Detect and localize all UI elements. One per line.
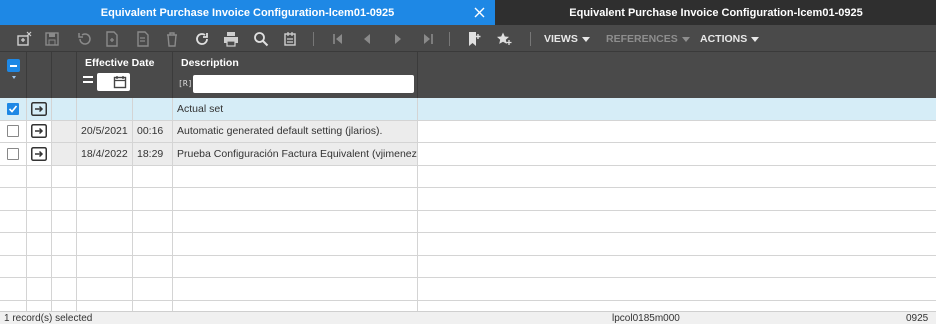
new-record-icon[interactable] xyxy=(102,29,122,49)
delete-icon[interactable] xyxy=(162,29,182,49)
column-header-effective-date[interactable]: Effective Date xyxy=(77,52,173,98)
empty-row xyxy=(0,188,936,211)
print-icon[interactable] xyxy=(221,29,241,49)
tab-active[interactable]: Equivalent Purchase Invoice Configuratio… xyxy=(0,0,495,25)
actions-menu-label: ACTIONS xyxy=(700,33,748,45)
open-record-icon[interactable] xyxy=(31,146,47,161)
blank-column-header xyxy=(52,52,77,98)
column-header-label: Effective Date xyxy=(85,57,155,69)
row-checkbox[interactable] xyxy=(7,147,19,160)
calendar-icon[interactable] xyxy=(113,75,127,89)
open-record-icon[interactable] xyxy=(31,124,47,139)
new-group-icon[interactable] xyxy=(14,29,34,49)
empty-row xyxy=(0,255,936,278)
undo-icon[interactable] xyxy=(74,29,94,49)
description-cell: Automatic generated default setting (jla… xyxy=(173,120,418,142)
bookmark-add-icon[interactable] xyxy=(464,29,484,49)
select-all-checkbox[interactable] xyxy=(7,59,20,72)
blank-cell xyxy=(52,143,77,165)
copy-record-icon[interactable] xyxy=(132,29,152,49)
toolbar-separator xyxy=(530,32,531,46)
filter-icon[interactable] xyxy=(280,29,300,49)
previous-record-icon[interactable] xyxy=(357,29,377,49)
toolbar-separator xyxy=(449,32,450,46)
empty-row xyxy=(0,165,936,188)
tab-bar: Equivalent Purchase Invoice Configuratio… xyxy=(0,0,936,25)
effective-date-filter-input[interactable] xyxy=(97,73,130,91)
actions-menu[interactable]: ACTIONS xyxy=(700,31,760,47)
equals-operator-icon[interactable] xyxy=(83,76,93,83)
status-bar: 1 record(s) selected lpcol0185m000 0925 xyxy=(0,311,936,324)
chevron-down-icon xyxy=(751,36,760,42)
open-record-cell[interactable] xyxy=(27,120,52,142)
regex-filter-icon[interactable]: [R] xyxy=(178,79,192,88)
column-header-label: Description xyxy=(181,57,239,69)
empty-row xyxy=(0,278,936,301)
description-cell: Prueba Configuración Factura Equivalent … xyxy=(173,143,418,165)
chevron-down-icon xyxy=(581,36,590,42)
blank-cell xyxy=(52,98,77,120)
views-menu[interactable]: VIEWS xyxy=(544,31,590,47)
open-record-cell[interactable] xyxy=(27,143,52,165)
description-filter-input[interactable] xyxy=(193,75,414,93)
references-menu[interactable]: REFERENCES xyxy=(606,31,690,47)
open-record-cell[interactable] xyxy=(27,98,52,120)
toolbar: VIEWS REFERENCES ACTIONS xyxy=(0,25,936,52)
favorite-star-icon[interactable] xyxy=(494,29,514,49)
next-record-icon[interactable] xyxy=(388,29,408,49)
blank-cell xyxy=(52,120,77,142)
chevron-down-icon xyxy=(681,36,690,42)
open-column-header xyxy=(27,52,52,98)
row-checkbox-cell[interactable] xyxy=(0,98,27,120)
references-menu-label: REFERENCES xyxy=(606,33,678,45)
views-menu-label: VIEWS xyxy=(544,33,578,45)
row-checkbox[interactable] xyxy=(7,125,19,138)
select-all-header xyxy=(0,52,27,98)
table-row[interactable]: 20/5/2021 00:16 Automatic generated defa… xyxy=(0,120,936,143)
time-cell xyxy=(133,98,173,120)
close-icon[interactable] xyxy=(472,5,487,20)
records-selected-status: 1 record(s) selected xyxy=(4,313,93,324)
grid-body: Actual set 20/5/2021 00:16 Automatic gen… xyxy=(0,98,936,311)
company-status: 0925 xyxy=(906,313,929,324)
chevron-down-icon[interactable] xyxy=(12,76,16,79)
grid-header: Effective Date Description [R] xyxy=(0,52,936,98)
row-checkbox[interactable] xyxy=(7,102,19,115)
date-cell xyxy=(77,98,133,120)
table-row[interactable]: 18/4/2022 18:29 Prueba Configuración Fac… xyxy=(0,143,936,166)
column-header-description[interactable]: Description [R] xyxy=(173,52,418,98)
last-record-icon[interactable] xyxy=(418,29,438,49)
tab-inactive-label: Equivalent Purchase Invoice Configuratio… xyxy=(569,6,863,19)
open-record-icon[interactable] xyxy=(31,101,47,116)
search-icon[interactable] xyxy=(251,29,271,49)
row-checkbox-cell[interactable] xyxy=(0,143,27,165)
time-cell: 00:16 xyxy=(133,120,173,142)
row-checkbox-cell[interactable] xyxy=(0,120,27,142)
tab-active-label: Equivalent Purchase Invoice Configuratio… xyxy=(100,6,395,19)
refresh-icon[interactable] xyxy=(192,29,212,49)
first-record-icon[interactable] xyxy=(328,29,348,49)
table-row[interactable]: Actual set xyxy=(0,98,936,121)
save-icon[interactable] xyxy=(42,29,62,49)
description-cell: Actual set xyxy=(173,98,418,120)
date-cell: 18/4/2022 xyxy=(77,143,133,165)
empty-row xyxy=(0,300,936,311)
date-cell: 20/5/2021 xyxy=(77,120,133,142)
tab-inactive[interactable]: Equivalent Purchase Invoice Configuratio… xyxy=(496,0,936,25)
toolbar-separator xyxy=(313,32,314,46)
session-code-status: lpcol0185m000 xyxy=(612,313,680,324)
time-cell: 18:29 xyxy=(133,143,173,165)
empty-row xyxy=(0,233,936,256)
empty-row xyxy=(0,210,936,233)
